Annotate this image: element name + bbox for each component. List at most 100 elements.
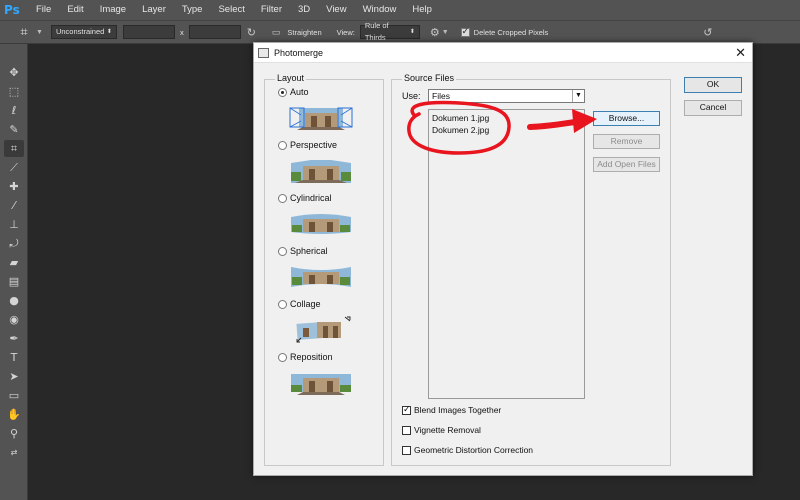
eraser-icon[interactable]: ▰ (4, 254, 24, 271)
layout-option-label: Spherical (290, 246, 328, 256)
radio-button[interactable] (278, 352, 287, 362)
straighten-icon[interactable]: ▭ (272, 27, 281, 38)
radio-button[interactable] (278, 246, 287, 256)
layout-option-label: Perspective (290, 140, 338, 150)
crop-ratio-value: Unconstrained (55, 27, 105, 36)
brush-icon[interactable]: ⁄ (4, 197, 24, 214)
history-brush-icon[interactable]: ⤾ (4, 235, 24, 252)
type-icon[interactable]: T (4, 349, 24, 366)
dialog-titlebar[interactable]: Photomerge ✕ (254, 43, 752, 63)
crop-width-field[interactable] (122, 25, 175, 39)
layout-option-label: Reposition (290, 352, 333, 362)
auto-preview-image (289, 107, 353, 130)
crop-tool-preset-icon[interactable]: ⌗ (14, 23, 34, 41)
layout-option-cylindrical[interactable]: Cylindrical (278, 193, 332, 203)
geometric-distortion-option[interactable]: Geometric Distortion Correction (402, 445, 533, 455)
crop-ratio-select[interactable]: Unconstrained ⬍ (50, 25, 117, 39)
ok-button[interactable]: OK (684, 77, 742, 93)
quick-select-icon[interactable]: ✎ (4, 121, 24, 138)
layout-option-spherical[interactable]: Spherical (278, 246, 328, 256)
rectangle-icon[interactable]: ▭ (4, 387, 24, 404)
use-select-value: Files (432, 91, 450, 101)
layout-legend: Layout (275, 73, 307, 83)
crop-icon[interactable]: ⌗ (4, 140, 24, 157)
vignette-removal-option[interactable]: Vignette Removal (402, 425, 481, 435)
pen-icon[interactable]: ✒ (4, 330, 24, 347)
layout-option-perspective[interactable]: Perspective (278, 140, 337, 150)
zoom-icon[interactable]: ⚲ (4, 425, 24, 442)
layout-option-collage[interactable]: Collage (278, 299, 321, 309)
chevron-down-icon[interactable]: ▼ (572, 90, 584, 102)
blend-images-option[interactable]: Blend Images Together (402, 404, 502, 415)
photoshop-logo: Ps (4, 3, 20, 17)
perspective-preview-image (291, 160, 351, 183)
menu-layer[interactable]: Layer (134, 0, 174, 20)
blend-images-label: Blend Images Together (414, 405, 502, 415)
add-open-files-button[interactable]: Add Open Files (593, 157, 660, 172)
menu-edit[interactable]: Edit (59, 0, 91, 20)
overlay-view-value: Rule of Thirds (364, 21, 389, 42)
list-item[interactable]: Dokumen 1.jpg (432, 113, 489, 123)
menu-view[interactable]: View (318, 0, 354, 20)
layout-option-reposition[interactable]: Reposition (278, 352, 333, 362)
photomerge-dialog: Photomerge ✕ Layout Auto Perspective Cyl… (253, 42, 753, 476)
menu-window[interactable]: Window (355, 0, 405, 20)
lasso-icon[interactable]: ℓ (4, 102, 24, 119)
default-colors-icon[interactable]: ⇄ (4, 444, 24, 461)
layout-option-label: Cylindrical (290, 193, 332, 203)
geometric-distortion-label: Geometric Distortion Correction (414, 445, 534, 455)
list-item[interactable]: Dokumen 2.jpg (432, 125, 489, 135)
clone-stamp-icon[interactable]: ⊥ (4, 216, 24, 233)
use-select[interactable]: Files ▼ (428, 89, 585, 103)
delete-cropped-label: Delete Cropped Pixels (473, 27, 549, 37)
radio-button[interactable] (278, 87, 287, 97)
radio-button[interactable] (278, 193, 287, 203)
gradient-icon[interactable]: ▤ (4, 273, 24, 290)
radio-button[interactable] (278, 299, 287, 309)
dimension-separator: x (179, 27, 184, 37)
layout-option-auto[interactable]: Auto (278, 87, 309, 97)
dodge-icon[interactable]: ◉ (4, 311, 24, 328)
geometric-distortion-checkbox[interactable] (402, 445, 411, 455)
menu-type[interactable]: Type (174, 0, 211, 20)
window-icon (258, 47, 269, 58)
eyedropper-icon[interactable]: ⟋ (4, 159, 24, 176)
chevron-down-icon[interactable]: ▼ (442, 29, 449, 36)
menu-filter[interactable]: Filter (253, 0, 290, 20)
chevron-down-icon[interactable]: ▼ (36, 29, 43, 36)
menu-help[interactable]: Help (404, 0, 440, 20)
crop-height-field[interactable] (188, 25, 241, 39)
source-files-list[interactable]: Dokumen 1.jpg Dokumen 2.jpg (428, 109, 585, 399)
marquee-icon[interactable]: ⬚ (4, 83, 24, 100)
menu-file[interactable]: File (24, 0, 59, 20)
menu-bar: Ps File Edit Image Layer Type Select Fil… (0, 0, 800, 20)
radio-button[interactable] (278, 140, 287, 150)
view-label: View: (336, 27, 355, 37)
healing-brush-icon[interactable]: ✚ (4, 178, 24, 195)
path-select-icon[interactable]: ➤ (4, 368, 24, 385)
menu-image[interactable]: Image (92, 0, 134, 20)
dialog-title: Photomerge (274, 47, 324, 58)
collage-preview-image (296, 316, 351, 343)
browse-button[interactable]: Browse... (593, 111, 660, 126)
delete-cropped-checkbox[interactable] (460, 26, 470, 37)
hand-icon[interactable]: ✋ (4, 406, 24, 423)
spinner-icon: ⬍ (106, 29, 112, 35)
vignette-removal-checkbox[interactable] (402, 425, 411, 435)
menu-3d[interactable]: 3D (290, 0, 318, 20)
close-icon[interactable]: ✕ (735, 44, 746, 61)
layout-option-label: Collage (290, 299, 321, 309)
menu-select[interactable]: Select (210, 0, 252, 20)
swap-dimensions-icon[interactable]: ↻ (247, 26, 256, 39)
straighten-label[interactable]: Straighten (287, 28, 321, 37)
layout-group: Layout Auto Perspective Cylindrical Sphe… (264, 73, 384, 466)
move-icon[interactable]: ✥ (4, 64, 24, 81)
blend-images-checkbox[interactable] (402, 404, 411, 415)
cancel-button[interactable]: Cancel (684, 100, 742, 116)
reset-icon[interactable]: ↺ (703, 26, 712, 39)
overlay-view-select[interactable]: Rule of Thirds ⬍ (359, 21, 420, 42)
blur-icon[interactable]: ● (4, 292, 24, 309)
gear-icon[interactable]: ⚙ (430, 26, 440, 39)
tools-panel: ✥ ⬚ ℓ ✎ ⌗ ⟋ ✚ ⁄ ⊥ ⤾ ▰ ▤ ● ◉ ✒ T ➤ ▭ ✋ ⚲ … (0, 44, 28, 500)
remove-button[interactable]: Remove (593, 134, 660, 149)
